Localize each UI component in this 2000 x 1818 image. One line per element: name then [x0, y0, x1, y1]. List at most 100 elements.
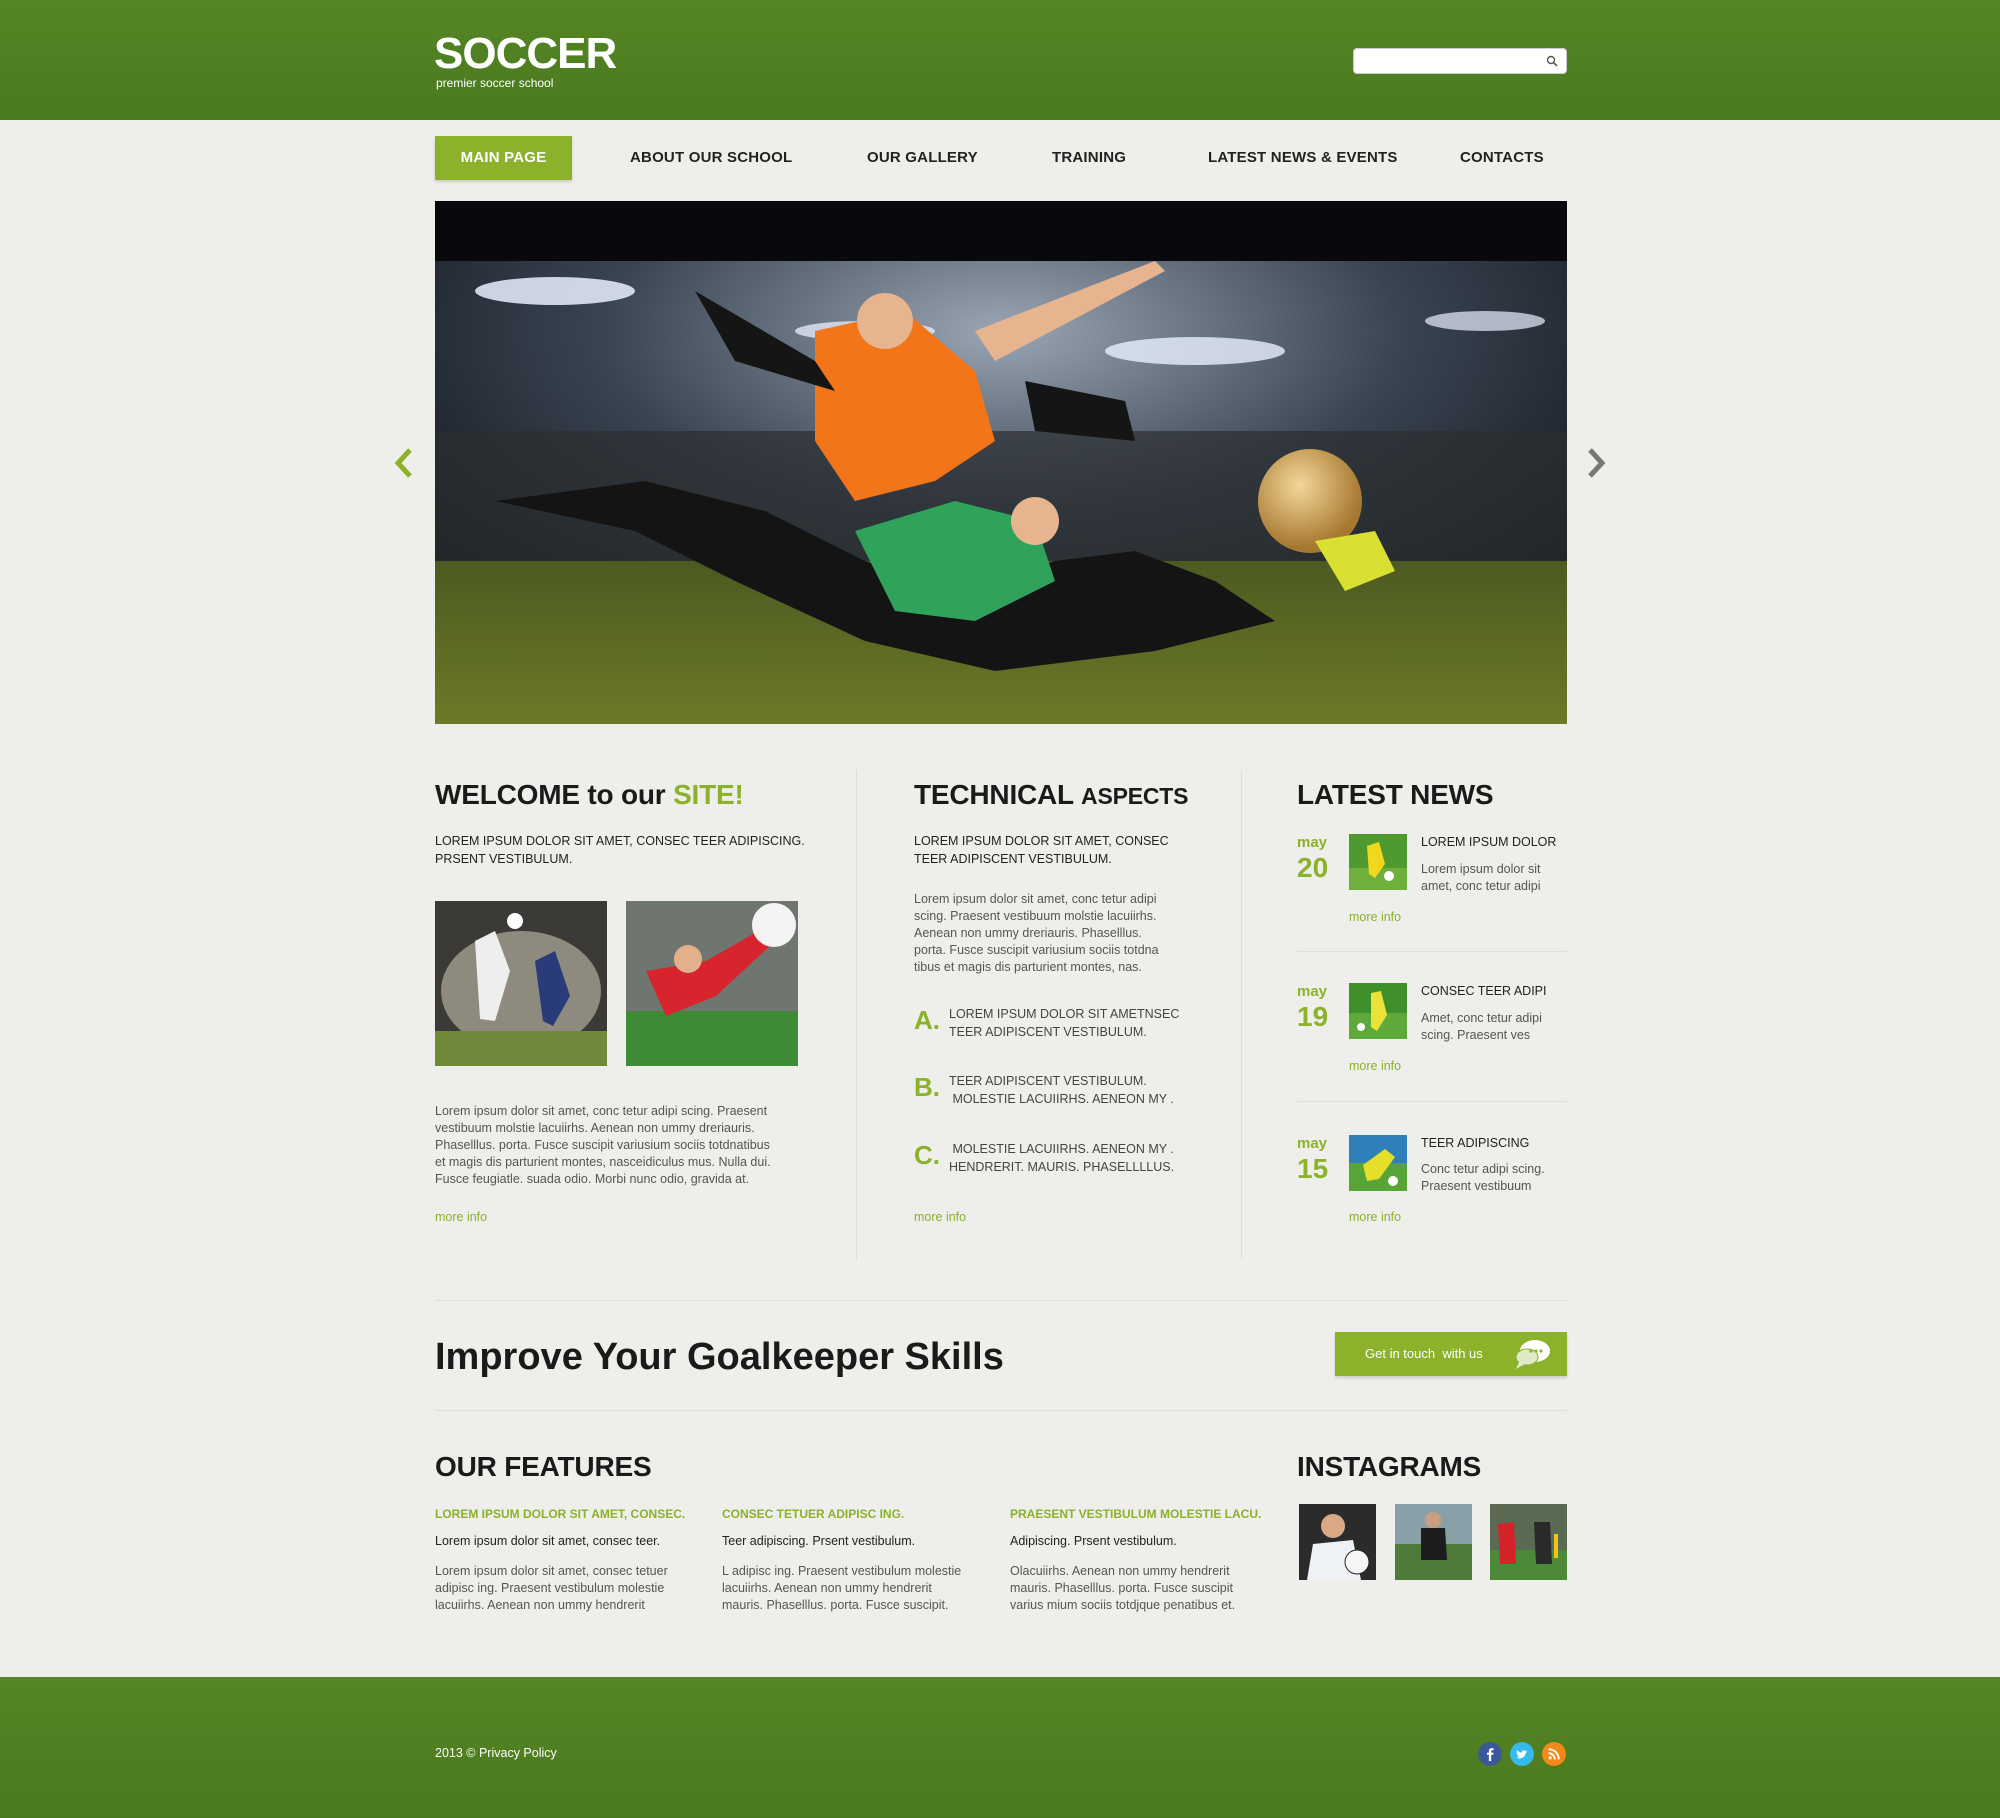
feature-2-line-1: L adipisc ing. Praesent vestibulum moles… — [722, 1564, 962, 1578]
technical-body-line-1: Lorem ipsum dolor sit amet, conc tetur a… — [914, 892, 1157, 906]
get-in-touch-label: Get in touch with us — [1365, 1346, 1483, 1361]
column-divider-1 — [856, 770, 857, 1260]
technical-item-b-line-2: MOLESTIE LACUIIRHS. AENEON MY . — [949, 1092, 1174, 1106]
slider-next-arrow-icon[interactable] — [1584, 446, 1608, 480]
welcome-intro-line-2: PRSENT VESTIBULUM. — [435, 852, 573, 866]
welcome-photo-2[interactable] — [626, 901, 798, 1066]
feature-3-subheading: Adipiscing. Prsent vestibulum. — [1010, 1534, 1177, 1548]
welcome-more-info-link[interactable]: more info — [435, 1209, 487, 1225]
technical-body-line-2: scing. Praesent vestibuum molstie lacuii… — [914, 909, 1157, 923]
instagram-photo-2[interactable] — [1395, 1504, 1472, 1580]
news-2-day: 19 — [1297, 1001, 1329, 1032]
footer-copyright-privacy-link[interactable]: 2013 © Privacy Policy — [435, 1745, 557, 1761]
welcome-body-line-3: Phaselllus. porta. Fusce suscipit varius… — [435, 1138, 770, 1152]
technical-body-line-4: porta. Fusce suscipit variusium sociis t… — [914, 943, 1159, 957]
welcome-body-line-1: Lorem ipsum dolor sit amet, conc tetur a… — [435, 1104, 768, 1118]
feature-1-heading: LOREM IPSUM DOLOR SIT AMET, CONSEC. — [435, 1507, 686, 1521]
our-features-heading: OUR FEATURES — [435, 1451, 652, 1482]
technical-item-c-line-1: MOLESTIE LACUIIRHS. AENEON MY . — [949, 1142, 1174, 1156]
technical-item-a-line-1: LOREM IPSUM DOLOR SIT AMETNSEC — [949, 1007, 1180, 1021]
technical-item-c-line-2: HENDRERIT. MAURIS. PHASELLLLUS. — [949, 1160, 1175, 1174]
header-bar — [0, 0, 2000, 120]
facebook-icon[interactable] — [1478, 1742, 1502, 1766]
goalkeeper-headline: Improve Your Goalkeeper Skills — [435, 1336, 1004, 1378]
feature-1-line-1: Lorem ipsum dolor sit amet, consec tetue… — [435, 1564, 668, 1578]
search-icon[interactable] — [1546, 55, 1558, 67]
news-3-title[interactable]: TEER ADIPISCING — [1421, 1135, 1529, 1151]
news-2-more-info-link[interactable]: more info — [1349, 1058, 1401, 1074]
site-tagline: premier soccer school — [436, 76, 554, 90]
feature-3-line-2: mauris. Phaselllus. porta. Fusce suscipi… — [1010, 1581, 1234, 1595]
hero-slider-image — [435, 201, 1567, 724]
technical-heading-text: TECHNICAL — [914, 779, 1082, 810]
footer-bar — [0, 1677, 2000, 1818]
welcome-photo-1[interactable] — [435, 901, 607, 1066]
feature-3-line-3: varius mium sociis totdjque penatibus et… — [1010, 1598, 1236, 1612]
nav-training[interactable]: TRAINING — [1052, 136, 1126, 180]
news-1-month: may — [1297, 834, 1328, 851]
technical-body-line-3: Aenean non ummy dreriauris. Phaselllus. — [914, 926, 1142, 940]
news-3-month: may — [1297, 1135, 1328, 1152]
latest-news-heading: LATEST NEWS — [1297, 779, 1494, 810]
feature-2-heading: CONSEC TETUER ADIPISC ING. — [722, 1507, 905, 1521]
technical-item-letter-a: A. — [914, 1005, 940, 1035]
technical-more-info-link[interactable]: more info — [914, 1209, 966, 1225]
news-separator — [1297, 1101, 1567, 1102]
technical-heading: TECHNICAL ASPECTS — [914, 778, 1188, 813]
news-3-text-line-1: Conc tetur adipi scing. — [1421, 1162, 1545, 1176]
welcome-heading-highlight: SITE! — [673, 779, 744, 810]
search-box — [1353, 48, 1567, 74]
welcome-heading-text: WELCOME to our — [435, 779, 674, 810]
welcome-body-line-4: et magis dis parturient montes, nasceidi… — [435, 1155, 771, 1169]
feature-3-heading: PRAESENT VESTIBULUM MOLESTIE LACU. — [1010, 1507, 1262, 1521]
technical-item-b-line-1: TEER ADIPISCENT VESTIBULUM. — [949, 1074, 1147, 1088]
banner-top-divider — [435, 1300, 1567, 1301]
nav-about-our-school[interactable]: ABOUT OUR SCHOOL — [630, 136, 792, 180]
instagram-photo-3[interactable] — [1490, 1504, 1567, 1580]
news-separator — [1297, 951, 1567, 952]
technical-heading-small: ASPECTS — [1081, 783, 1189, 809]
news-3-text-line-2: Praesent vestibuum — [1421, 1179, 1532, 1193]
welcome-intro-line-1: LOREM IPSUM DOLOR SIT AMET, CONSEC TEER … — [435, 834, 805, 848]
news-2-text-line-1: Amet, conc tetur adipi — [1421, 1011, 1542, 1025]
feature-1-line-3: lacuiirhs. Aenean non ummy hendrerit — [435, 1598, 645, 1612]
get-in-touch-button[interactable]: Get in touch with us — [1335, 1332, 1567, 1376]
news-1-thumbnail[interactable] — [1349, 834, 1407, 890]
news-3-more-info-link[interactable]: more info — [1349, 1209, 1401, 1225]
technical-item-a-line-2: TEER ADIPISCENT VESTIBULUM. — [949, 1025, 1147, 1039]
feature-2-subheading: Teer adipiscing. Prsent vestibulum. — [722, 1534, 916, 1548]
instagram-photo-1[interactable] — [1299, 1504, 1376, 1580]
nav-main-page[interactable]: MAIN PAGE — [435, 136, 572, 180]
welcome-body-line-5: Fusce feugiatle. suada odio. Morbi nunc … — [435, 1172, 750, 1186]
news-2-title[interactable]: CONSEC TEER ADIPI — [1421, 983, 1547, 999]
news-1-title[interactable]: LOREM IPSUM DOLOR — [1421, 834, 1556, 850]
search-input[interactable] — [1360, 52, 1540, 70]
news-1-more-info-link[interactable]: more info — [1349, 909, 1401, 925]
feature-1-subheading: Lorem ipsum dolor sit amet, consec teer. — [435, 1534, 661, 1548]
technical-body-line-5: tibus et magis dis parturient montes, na… — [914, 960, 1142, 974]
slider-prev-arrow-icon[interactable] — [392, 446, 416, 480]
news-2-text-line-2: scing. Praesent ves — [1421, 1028, 1531, 1042]
instagrams-heading: INSTAGRAMS — [1297, 1451, 1482, 1482]
welcome-body-line-2: vestibuum molstie lacuiirhs. Aenean non … — [435, 1121, 755, 1135]
news-1-text-line-2: amet, conc tetur adipi — [1421, 879, 1541, 893]
nav-our-gallery[interactable]: OUR GALLERY — [867, 136, 978, 180]
site-logo[interactable]: SOCCER — [434, 30, 617, 78]
feature-2-line-2: lacuiirhs. Aenean non ummy hendrerit — [722, 1581, 932, 1595]
rss-icon[interactable] — [1542, 1742, 1566, 1766]
banner-bottom-divider — [435, 1410, 1567, 1411]
news-3-thumbnail[interactable] — [1349, 1135, 1407, 1191]
feature-1-line-2: adipisc ing. Praesent vestibulum molesti… — [435, 1581, 665, 1595]
twitter-icon[interactable] — [1510, 1742, 1534, 1766]
news-2-thumbnail[interactable] — [1349, 983, 1407, 1039]
news-3-day: 15 — [1297, 1153, 1329, 1184]
news-2-month: may — [1297, 983, 1328, 1000]
nav-contacts[interactable]: CONTACTS — [1460, 136, 1544, 180]
feature-3-line-1: Olacuiirhs. Aenean non ummy hendrerit — [1010, 1564, 1230, 1578]
welcome-heading: WELCOME to our SITE! — [435, 778, 744, 812]
column-divider-2 — [1241, 770, 1242, 1260]
technical-item-letter-c: C. — [914, 1140, 940, 1170]
news-1-day: 20 — [1297, 852, 1329, 883]
chat-bubble-icon — [1515, 1340, 1550, 1369]
nav-latest-news-events[interactable]: LATEST NEWS & EVENTS — [1208, 136, 1398, 180]
